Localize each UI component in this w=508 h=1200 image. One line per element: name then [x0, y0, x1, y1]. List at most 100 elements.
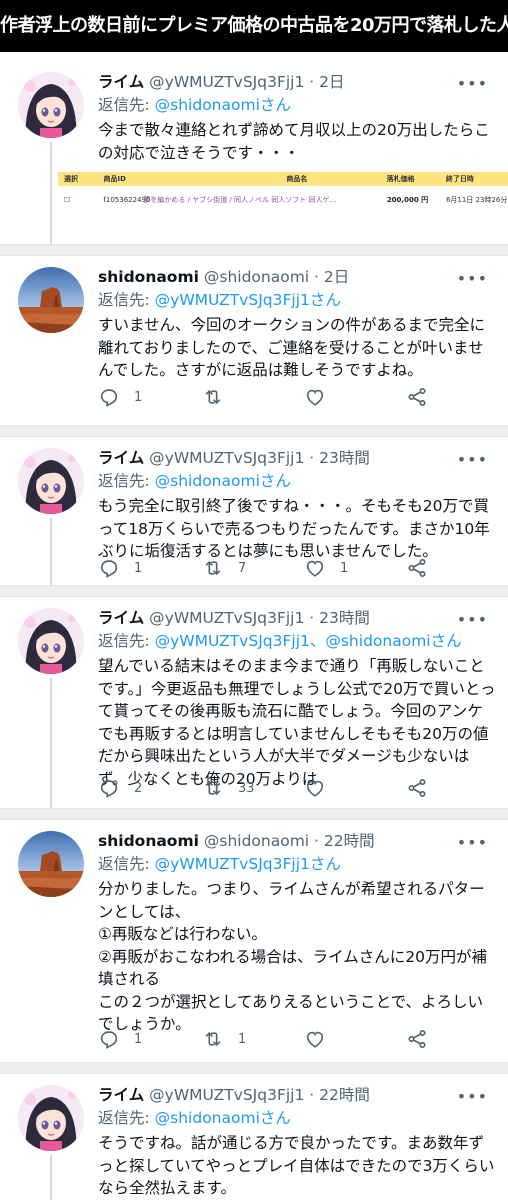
- tweet-actions: 1 7 1: [98, 556, 438, 580]
- reply-icon: [98, 557, 120, 579]
- more-icon[interactable]: •••: [457, 833, 488, 852]
- retweet-button[interactable]: 7: [202, 556, 246, 580]
- reply-button[interactable]: 2: [98, 776, 142, 800]
- more-icon[interactable]: •••: [457, 74, 488, 93]
- retweet-button[interactable]: 33: [202, 776, 255, 800]
- tweet[interactable]: shidonaomi @shidonaomi · 2日 ••• 返信先: @yW…: [0, 255, 508, 425]
- share-icon: [406, 386, 428, 408]
- table-header-cell: 商品名: [286, 175, 308, 183]
- reply-mention[interactable]: @yWMUZTvSJq3Fjj1、@shidonaomi: [155, 632, 431, 650]
- avatar[interactable]: [18, 448, 84, 514]
- tweet-content: ライム @yWMUZTvSJq3Fjj1 · 2日 ••• 返信先: @shid…: [98, 72, 496, 164]
- avatar[interactable]: [18, 608, 84, 674]
- item-price: 200,000 円: [386, 196, 429, 204]
- separator-dot: ·: [309, 268, 324, 286]
- more-icon[interactable]: •••: [457, 610, 488, 629]
- like-icon: [304, 777, 326, 799]
- share-button[interactable]: [406, 385, 428, 409]
- reply-mention[interactable]: @yWMUZTvSJq3Fjj1: [155, 291, 310, 309]
- tweet-content: ライム @yWMUZTvSJq3Fjj1 · 22時間 ••• 返信先: @sh…: [98, 1085, 496, 1200]
- item-id: f1053622490: [103, 196, 151, 204]
- tweet-actions: 11: [98, 1027, 438, 1051]
- tweet-header: ライム @yWMUZTvSJq3Fjj1 · 23時間: [98, 608, 496, 628]
- like-button[interactable]: [304, 1027, 326, 1051]
- display-name[interactable]: shidonaomi: [98, 832, 199, 850]
- timestamp[interactable]: 22時間: [324, 832, 375, 850]
- reply-mention[interactable]: @shidonaomi: [155, 96, 260, 114]
- like-button[interactable]: [304, 776, 326, 800]
- timestamp[interactable]: 2日: [324, 268, 349, 286]
- reply-suffix: さん: [309, 291, 341, 309]
- table-header-cell: 選択: [64, 175, 78, 183]
- retweet-button[interactable]: [202, 385, 224, 409]
- tweet[interactable]: shidonaomi @shidonaomi · 22時間 ••• 返信先: @…: [0, 819, 508, 1062]
- tweet[interactable]: ライム @yWMUZTvSJq3Fjj1 · 23時間 ••• 返信先: @yW…: [0, 596, 508, 808]
- avatar[interactable]: [18, 267, 84, 333]
- avatar[interactable]: [18, 1085, 84, 1151]
- reply-prefix: 返信先:: [98, 632, 155, 650]
- timestamp[interactable]: 2日: [319, 73, 344, 91]
- avatar[interactable]: [18, 831, 84, 897]
- tweet-content: ライム @yWMUZTvSJq3Fjj1 · 23時間 ••• 返信先: @yW…: [98, 608, 496, 790]
- display-name[interactable]: shidonaomi: [98, 268, 199, 286]
- more-icon[interactable]: •••: [457, 269, 488, 288]
- share-button[interactable]: [406, 556, 428, 580]
- display-name[interactable]: ライム: [98, 609, 144, 627]
- tweet-content: shidonaomi @shidonaomi · 22時間 ••• 返信先: @…: [98, 831, 496, 1036]
- avatar[interactable]: [18, 72, 84, 138]
- user-handle[interactable]: @shidonaomi: [204, 832, 309, 850]
- separator-dot: ·: [309, 832, 324, 850]
- attached-image[interactable]: 選択 商品ID 商品名 落札価格 終了日時 ☐ f1053622490 夢を編か…: [58, 172, 508, 214]
- reply-prefix: 返信先:: [98, 855, 155, 873]
- separator-dot: ·: [304, 73, 320, 91]
- replies-count: 1: [134, 1031, 143, 1047]
- reply-to: 返信先: @shidonaomiさん: [98, 470, 496, 492]
- retweet-icon: [202, 557, 224, 579]
- like-button[interactable]: 1: [304, 556, 348, 580]
- replies-count: 1: [134, 560, 143, 576]
- reply-button[interactable]: 1: [98, 385, 142, 409]
- display-name[interactable]: ライム: [98, 73, 144, 91]
- reply-mention[interactable]: @yWMUZTvSJq3Fjj1: [155, 855, 310, 873]
- tweet[interactable]: ライム @yWMUZTvSJq3Fjj1 · 22時間 ••• 返信先: @sh…: [0, 1073, 508, 1200]
- reply-button[interactable]: 1: [98, 556, 142, 580]
- tweet-actions: 1: [98, 385, 438, 409]
- more-icon[interactable]: •••: [457, 450, 488, 469]
- reply-to: 返信先: @shidonaomiさん: [98, 94, 496, 116]
- retweet-icon: [202, 777, 224, 799]
- user-handle[interactable]: @yWMUZTvSJq3Fjj1: [149, 609, 304, 627]
- checkbox: ☐: [64, 196, 71, 204]
- user-handle[interactable]: @yWMUZTvSJq3Fjj1: [149, 73, 304, 91]
- reply-mention[interactable]: @shidonaomi: [155, 1109, 260, 1127]
- tweet-header: ライム @yWMUZTvSJq3Fjj1 · 22時間: [98, 1085, 496, 1105]
- reply-to: 返信先: @shidonaomiさん: [98, 1107, 496, 1129]
- timestamp[interactable]: 23時間: [319, 449, 370, 467]
- tweet[interactable]: ライム @yWMUZTvSJq3Fjj1 · 23時間 ••• 返信先: @sh…: [0, 436, 508, 585]
- share-button[interactable]: [406, 776, 428, 800]
- reply-button[interactable]: 1: [98, 1027, 142, 1051]
- retweet-button[interactable]: 1: [202, 1027, 246, 1051]
- like-icon: [304, 1028, 326, 1050]
- tweet-text: もう完全に取引終了後ですね・・・。そもそも20万で買って18万くらいで売るつもり…: [98, 497, 490, 560]
- reply-prefix: 返信先:: [98, 1109, 155, 1127]
- display-name[interactable]: ライム: [98, 449, 144, 467]
- tweet-header: ライム @yWMUZTvSJq3Fjj1 · 2日: [98, 72, 496, 92]
- user-handle[interactable]: @yWMUZTvSJq3Fjj1: [149, 449, 304, 467]
- item-title: 夢を編かめる / ヤブシ街道 / 同人ノベル 同人ソフト 同人ゲ...: [143, 196, 337, 204]
- tweet-content: ライム @yWMUZTvSJq3Fjj1 · 23時間 ••• 返信先: @sh…: [98, 448, 496, 563]
- timestamp[interactable]: 22時間: [319, 1086, 370, 1104]
- share-icon: [406, 557, 428, 579]
- like-button[interactable]: [304, 385, 326, 409]
- user-handle[interactable]: @yWMUZTvSJq3Fjj1: [149, 1086, 304, 1104]
- tweet[interactable]: ライム @yWMUZTvSJq3Fjj1 · 2日 ••• 返信先: @shid…: [0, 60, 508, 244]
- share-button[interactable]: [406, 1027, 428, 1051]
- timestamp[interactable]: 23時間: [319, 609, 370, 627]
- reply-mention[interactable]: @shidonaomi: [155, 472, 260, 490]
- retweet-icon: [202, 386, 224, 408]
- tweet-text: 望んでいる結末はそのまま今まで通り「再販しないことです。」今更返品も無理でしょう…: [98, 657, 496, 788]
- user-handle[interactable]: @shidonaomi: [204, 268, 309, 286]
- tweet-header: shidonaomi @shidonaomi · 2日: [98, 267, 496, 287]
- display-name[interactable]: ライム: [98, 1086, 144, 1104]
- reply-suffix: さん: [430, 632, 462, 650]
- more-icon[interactable]: •••: [457, 1087, 488, 1106]
